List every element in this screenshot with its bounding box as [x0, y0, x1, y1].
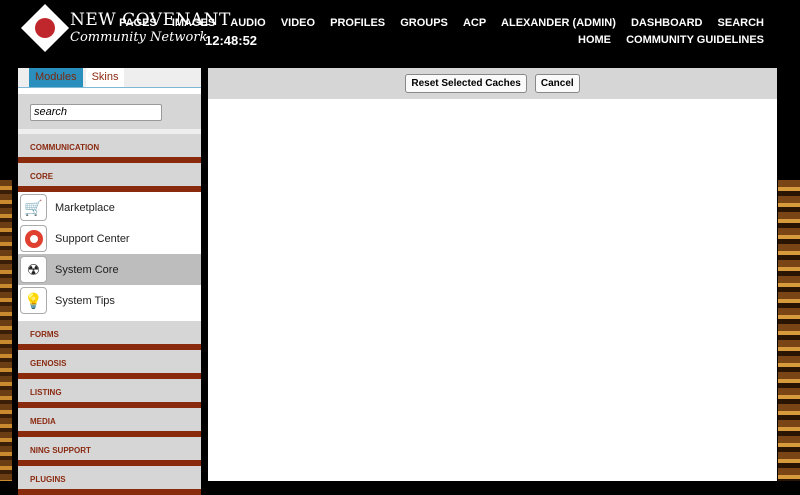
- search-area: [18, 94, 201, 129]
- main-panel: Reset Selected Caches Cancel: [208, 68, 777, 481]
- nav-profiles[interactable]: PROFILES: [330, 17, 385, 29]
- cancel-button[interactable]: Cancel: [534, 74, 580, 93]
- nav-images[interactable]: IMAGES: [172, 17, 215, 29]
- sidebar-tabs: Modules Skins: [18, 68, 201, 88]
- nav-acp[interactable]: ACP: [463, 17, 486, 29]
- item-label: Support Center: [55, 232, 130, 245]
- category-genosis[interactable]: GENOSIS: [18, 350, 201, 379]
- category-core[interactable]: CORE: [18, 163, 201, 192]
- nav-pages[interactable]: PAGES: [119, 17, 157, 29]
- category-communication[interactable]: COMMUNICATION: [18, 134, 201, 163]
- nav-community-guidelines[interactable]: COMMUNITY GUIDELINES: [626, 34, 764, 46]
- tab-modules[interactable]: Modules: [29, 68, 83, 87]
- reset-caches-button[interactable]: Reset Selected Caches: [405, 74, 527, 93]
- nav-groups[interactable]: GROUPS: [400, 17, 448, 29]
- module-marketplace[interactable]: 🛒 Marketplace: [18, 192, 201, 223]
- item-label: System Tips: [55, 294, 115, 307]
- category-media[interactable]: MEDIA: [18, 408, 201, 437]
- toolbar: Reset Selected Caches Cancel: [208, 68, 777, 99]
- sidebar: Modules Skins COMMUNICATION CORE 🛒 Market…: [18, 68, 201, 495]
- search-input[interactable]: [30, 103, 162, 121]
- category-ning-support[interactable]: NING SUPPORT: [18, 437, 201, 466]
- cart-icon: 🛒: [20, 194, 47, 221]
- module-system-core[interactable]: ☢ System Core: [18, 254, 201, 285]
- module-support-center[interactable]: Support Center: [18, 223, 201, 254]
- background-texture-left: [0, 180, 12, 481]
- logo-emblem-icon: [20, 3, 70, 52]
- category-listing[interactable]: LISTING: [18, 379, 201, 408]
- item-label: Marketplace: [55, 201, 115, 214]
- lifebuoy-icon: [20, 225, 47, 252]
- nav-video[interactable]: VIDEO: [281, 17, 315, 29]
- nav-search[interactable]: SEARCH: [718, 17, 764, 29]
- nav-user[interactable]: ALEXANDER (ADMIN): [501, 17, 616, 29]
- nav-dashboard[interactable]: DASHBOARD: [631, 17, 703, 29]
- category-forms[interactable]: FORMS: [18, 321, 201, 350]
- nav-audio[interactable]: AUDIO: [230, 17, 265, 29]
- nav-home[interactable]: HOME: [578, 34, 611, 46]
- top-nav: PAGES IMAGES AUDIO VIDEO PROFILES GROUPS…: [107, 17, 764, 51]
- module-system-tips[interactable]: 💡 System Tips: [18, 285, 201, 316]
- background-texture-right: [778, 180, 800, 481]
- tab-skins[interactable]: Skins: [85, 68, 125, 87]
- lightbulb-icon: 💡: [20, 287, 47, 314]
- item-label: System Core: [55, 263, 119, 276]
- radiation-icon: ☢: [20, 256, 47, 283]
